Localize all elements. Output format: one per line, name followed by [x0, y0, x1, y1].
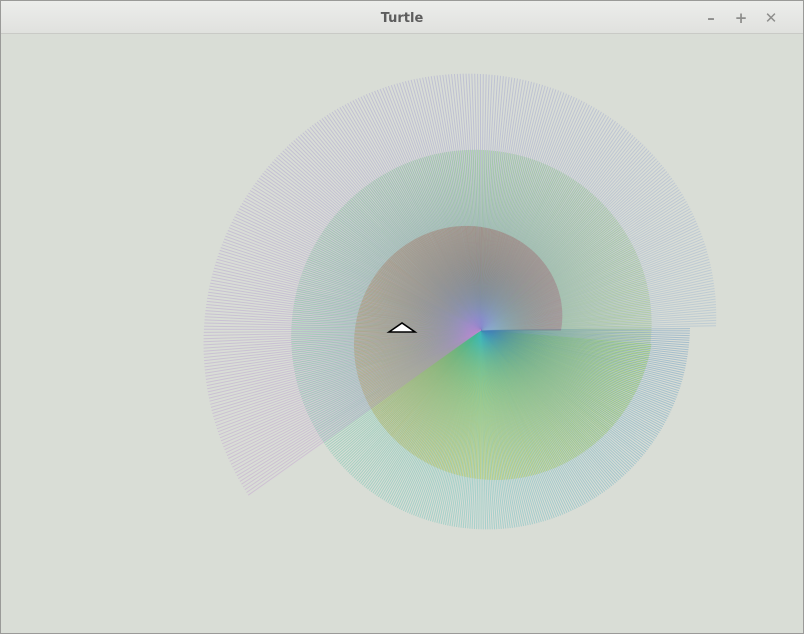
radial-lines	[203, 73, 717, 530]
close-button[interactable]: ✕	[762, 9, 780, 27]
maximize-button[interactable]: +	[732, 9, 750, 27]
turtle-canvas[interactable]	[1, 34, 803, 633]
minimize-button[interactable]: –	[702, 9, 720, 27]
spiral-drawing	[203, 73, 717, 530]
title-bar[interactable]: Turtle – + ✕	[1, 1, 803, 34]
turtle-window: Turtle – + ✕	[0, 0, 804, 634]
window-title: Turtle	[380, 11, 424, 26]
